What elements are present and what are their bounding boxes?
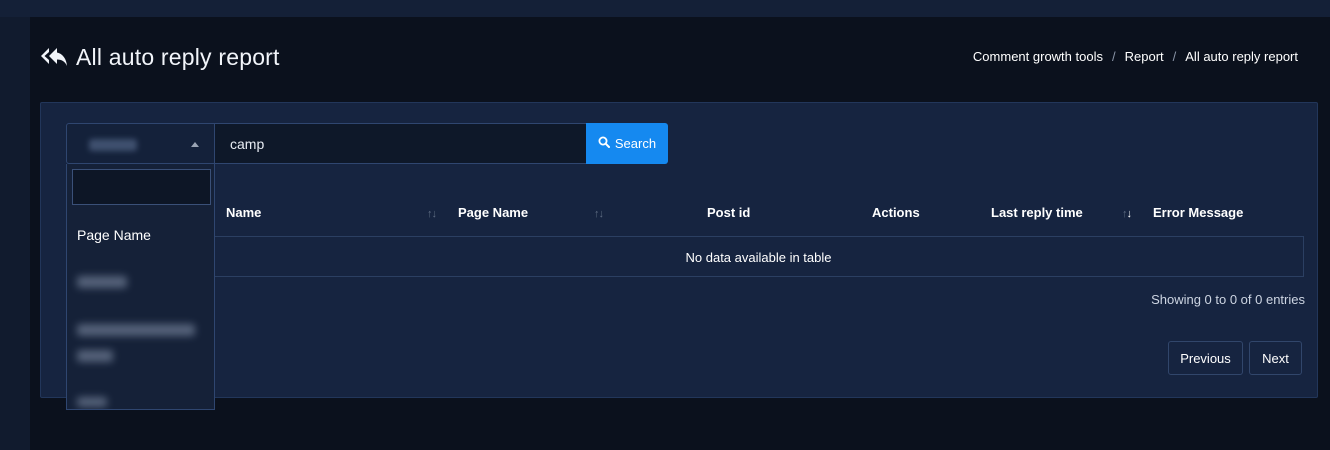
dropdown-option-redacted[interactable] bbox=[77, 276, 127, 288]
table-info: Showing 0 to 0 of 0 entries bbox=[1151, 292, 1305, 307]
breadcrumb-item-report[interactable]: Report bbox=[1125, 49, 1164, 64]
column-header-error-message: Error Message bbox=[1153, 205, 1244, 220]
search-input[interactable] bbox=[215, 123, 587, 164]
breadcrumb-item-comment-growth-tools[interactable]: Comment growth tools bbox=[973, 49, 1103, 64]
page-title: All auto reply report bbox=[76, 44, 280, 70]
dropdown-option-page-name[interactable]: Page Name bbox=[77, 227, 151, 243]
search-button-label: Search bbox=[614, 136, 657, 151]
search-button[interactable]: Search bbox=[586, 123, 668, 164]
sidebar-edge bbox=[0, 17, 30, 450]
column-header-name[interactable]: Name bbox=[226, 205, 261, 220]
next-button[interactable]: Next bbox=[1249, 341, 1302, 375]
breadcrumb-item-current: All auto reply report bbox=[1185, 49, 1298, 64]
table-body: No data available in table bbox=[214, 236, 1304, 277]
breadcrumb-separator: / bbox=[1111, 49, 1116, 64]
breadcrumb-separator: / bbox=[1172, 49, 1177, 64]
top-navbar bbox=[0, 0, 1330, 17]
page-select-dropdown: Page Name bbox=[66, 164, 215, 410]
sort-icon[interactable]: ↑↓ bbox=[594, 208, 604, 220]
dropdown-option-redacted[interactable] bbox=[77, 397, 107, 407]
page-select[interactable] bbox=[66, 123, 215, 164]
sort-icon[interactable]: ↑↓ bbox=[427, 208, 437, 220]
search-icon bbox=[598, 136, 610, 151]
dropdown-option-redacted[interactable] bbox=[77, 324, 195, 336]
sort-descending-icon[interactable]: ↑↓ bbox=[1122, 208, 1132, 220]
column-header-actions: Actions bbox=[872, 205, 920, 220]
empty-table-message: No data available in table bbox=[685, 250, 832, 265]
column-header-last-reply-time[interactable]: Last reply time bbox=[991, 205, 1083, 220]
select-placeholder-redacted bbox=[89, 139, 137, 151]
column-header-post-id: Post id bbox=[707, 205, 751, 220]
dropdown-search-input[interactable] bbox=[72, 169, 211, 205]
dropdown-option-redacted[interactable] bbox=[77, 350, 113, 362]
caret-up-icon bbox=[191, 142, 199, 147]
previous-button[interactable]: Previous bbox=[1168, 341, 1243, 375]
page-header: All auto reply report bbox=[40, 44, 280, 71]
column-header-page-name[interactable]: Page Name bbox=[458, 205, 528, 220]
reply-all-icon bbox=[40, 47, 68, 69]
breadcrumb: Comment growth tools / Report / All auto… bbox=[973, 49, 1298, 64]
